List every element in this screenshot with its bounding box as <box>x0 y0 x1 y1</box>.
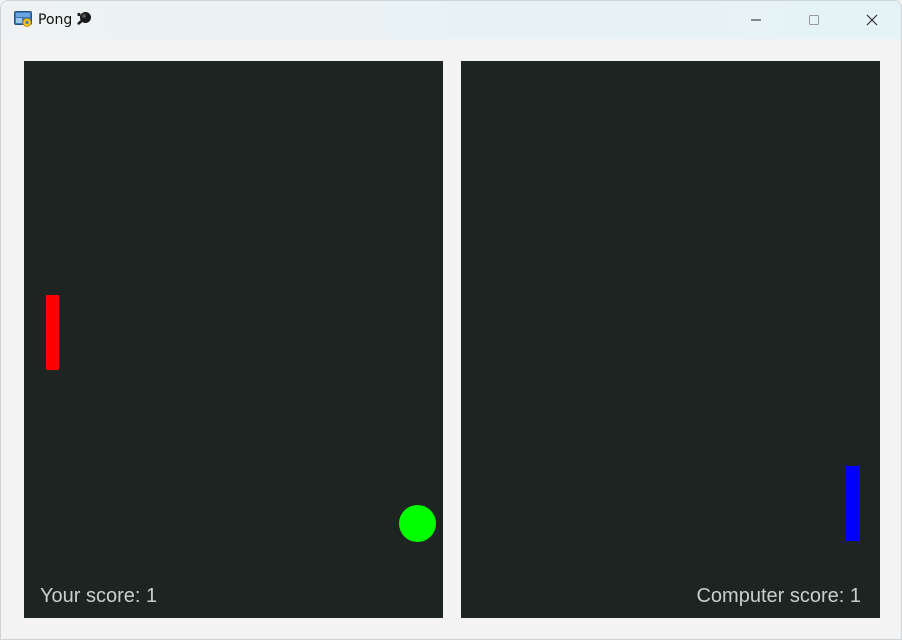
player-court: Your score: 1 <box>24 61 443 618</box>
window-title: Pong <box>38 10 92 30</box>
minimize-button[interactable] <box>727 1 785 39</box>
computer-score: Computer score: 1 <box>696 585 861 607</box>
minimize-icon <box>751 19 761 21</box>
title-bar[interactable]: Pong <box>1 1 901 39</box>
player-score: Your score: 1 <box>40 585 158 607</box>
ball <box>399 505 436 542</box>
python-icon <box>14 11 32 27</box>
computer-paddle <box>846 466 859 541</box>
maximize-button[interactable] <box>785 1 843 39</box>
close-button[interactable] <box>843 1 901 39</box>
player-paddle[interactable] <box>46 295 59 370</box>
computer-court: Computer score: 1 <box>461 61 880 618</box>
ping-pong-paddle-icon <box>76 11 92 27</box>
window-title-label: Pong <box>38 12 73 28</box>
maximize-icon <box>809 15 819 25</box>
window-client-area: Your score: 1 Computer score: 1 <box>1 39 901 639</box>
close-icon <box>866 14 878 26</box>
app-window: Pong Your score: 1 Computer score: 1 <box>0 0 902 640</box>
